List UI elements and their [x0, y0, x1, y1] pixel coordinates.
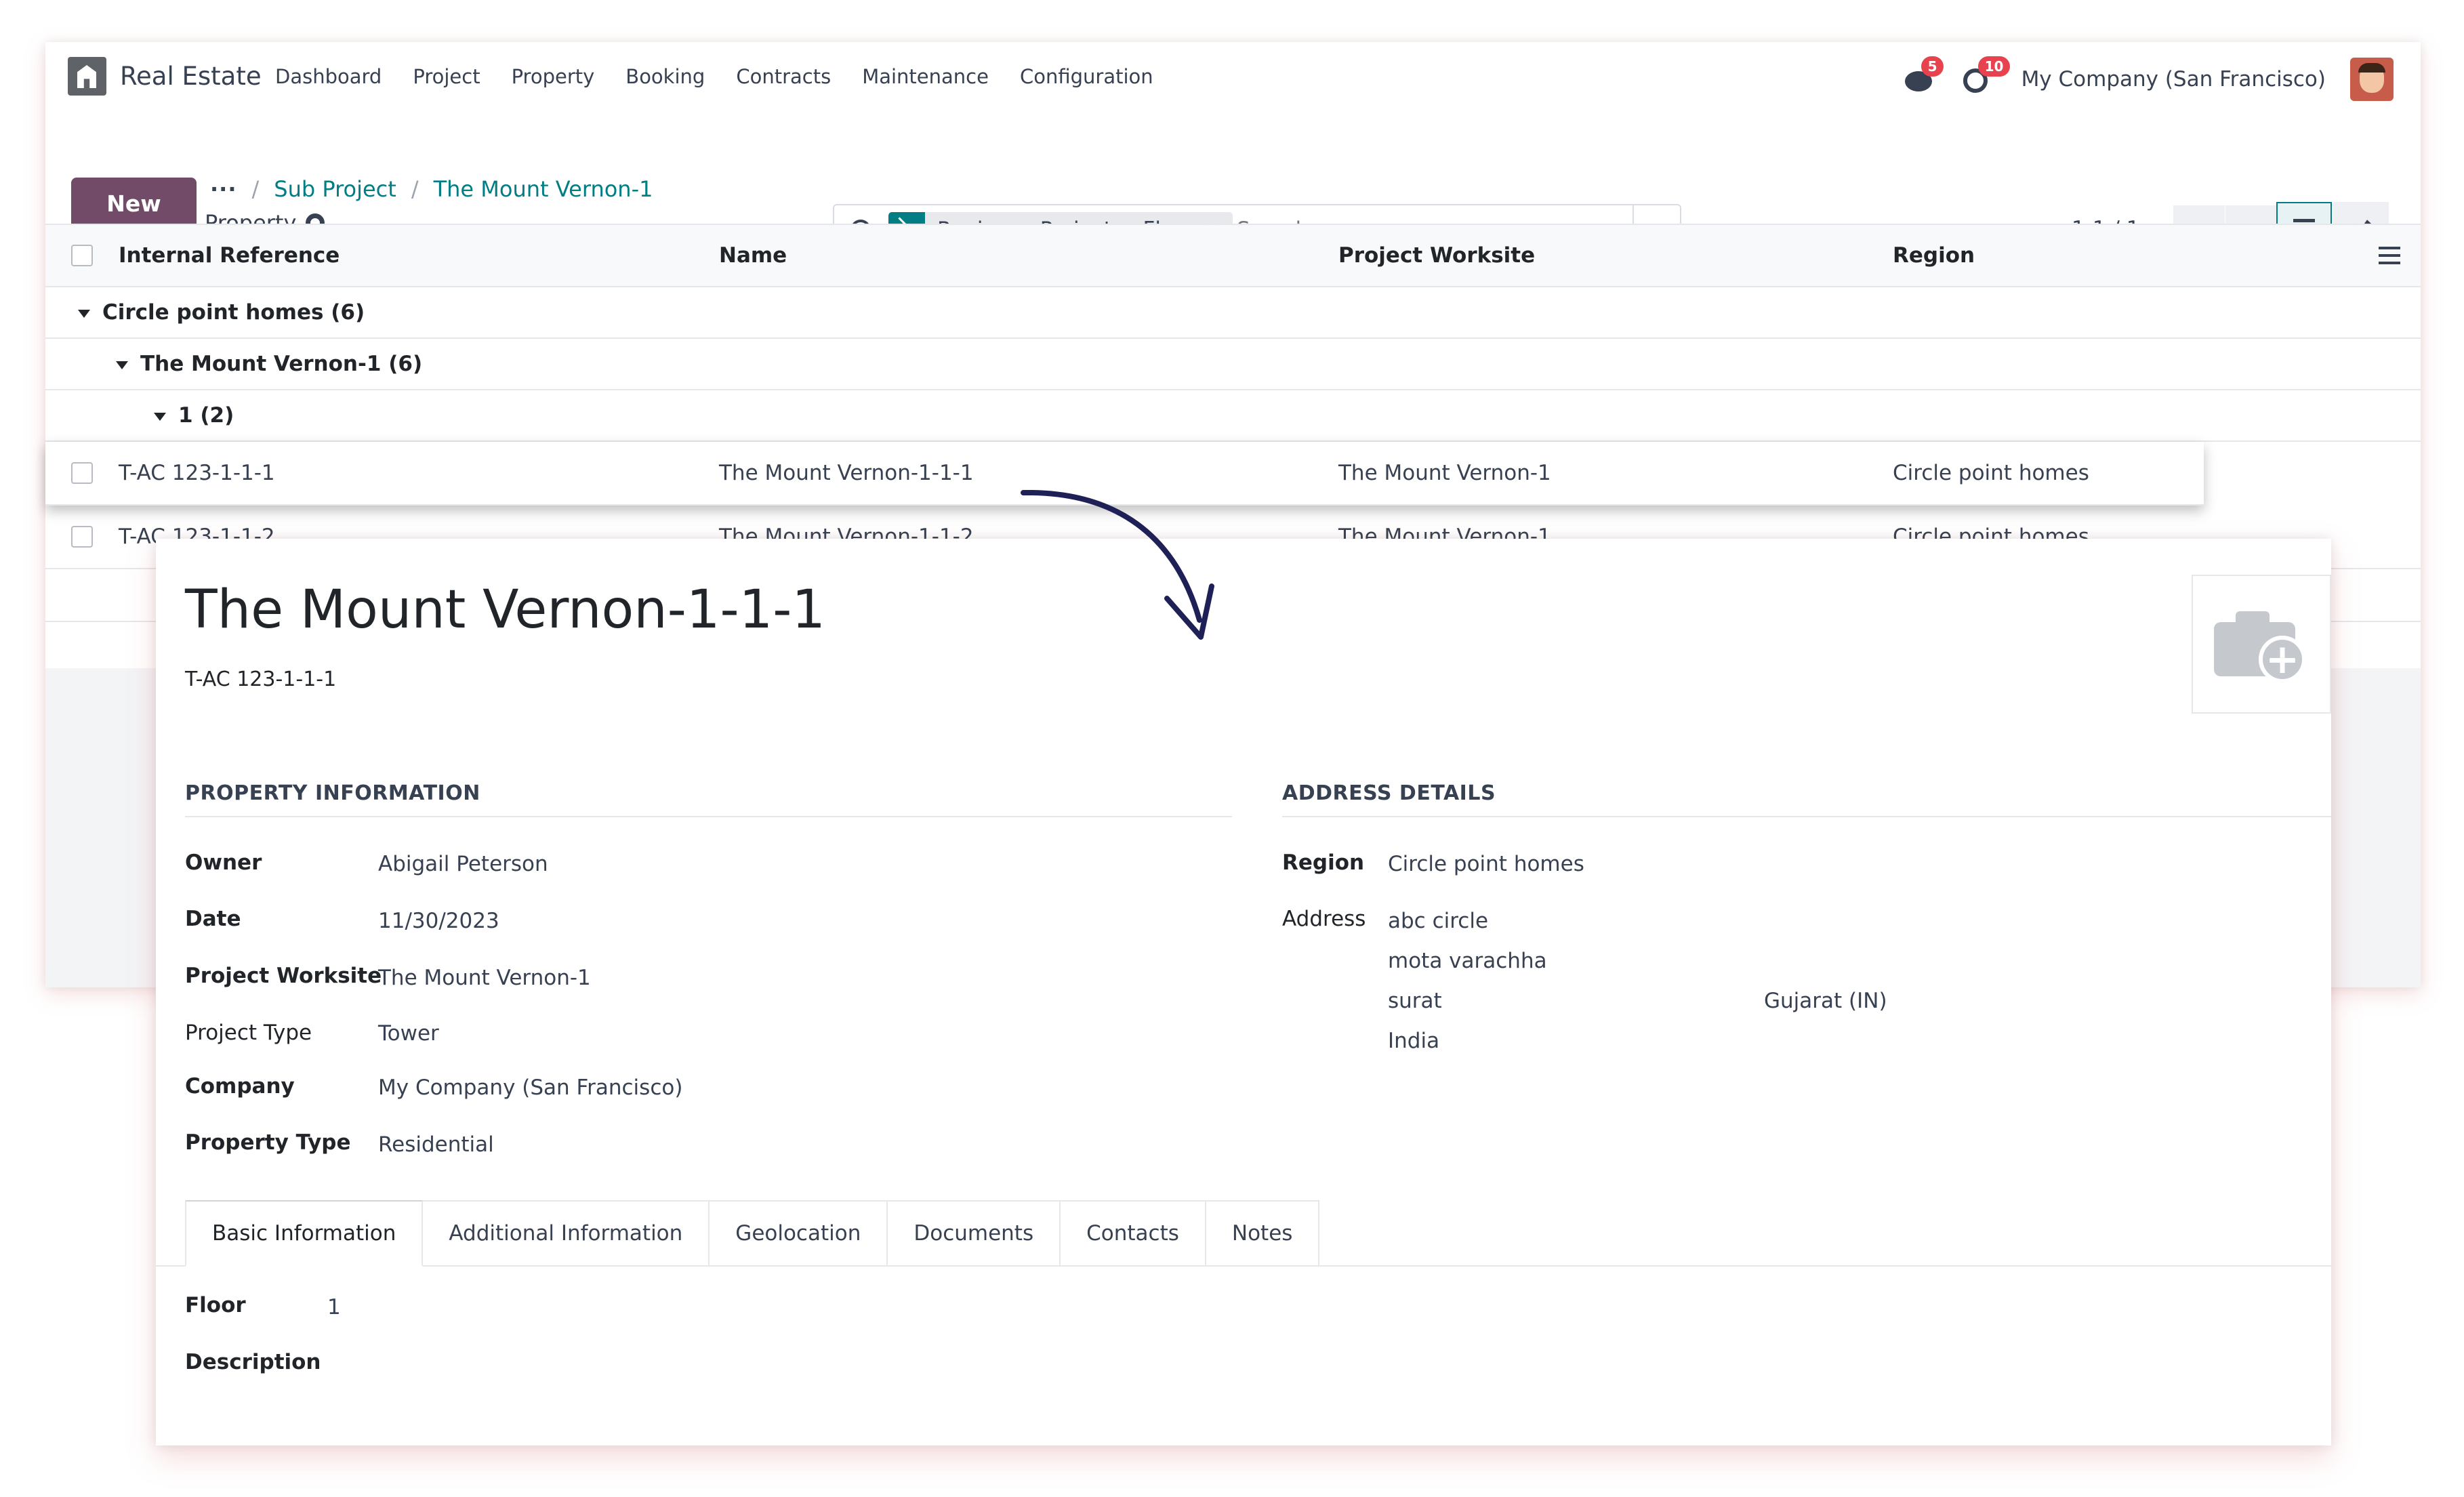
owner-field[interactable]: Abigail Peterson	[378, 852, 548, 876]
city-field[interactable]: surat	[1388, 989, 1442, 1013]
address-details-heading: ADDRESS DETAILS	[1282, 781, 2331, 817]
floor-label: Floor	[185, 1293, 246, 1317]
cell-worksite: The Mount Vernon-1	[1338, 461, 1551, 485]
date-field[interactable]: 11/30/2023	[378, 909, 499, 933]
floor-field[interactable]: 1	[327, 1295, 341, 1319]
caret-down-icon	[116, 361, 128, 369]
tab-basic-information[interactable]: Basic Information	[185, 1200, 424, 1267]
cell-region: Circle point homes	[1893, 461, 2089, 485]
breadcrumb-separator: /	[251, 176, 260, 202]
column-internal-reference[interactable]: Internal Reference	[119, 243, 340, 268]
description-label: Description	[185, 1350, 321, 1374]
cell-name: The Mount Vernon-1-1-1	[719, 461, 974, 485]
date-label: Date	[185, 907, 241, 931]
image-upload[interactable]: +	[2192, 575, 2331, 714]
user-avatar[interactable]	[2350, 58, 2394, 101]
row-checkbox[interactable]	[71, 526, 93, 548]
group-row-floor[interactable]: 1 (2)	[45, 390, 2421, 442]
group-label: The Mount Vernon-1 (6)	[140, 352, 423, 376]
region-field[interactable]: Circle point homes	[1388, 852, 1584, 876]
menu-contracts[interactable]: Contracts	[736, 65, 831, 88]
group-row-project[interactable]: The Mount Vernon-1 (6)	[45, 339, 2421, 390]
tab-notes[interactable]: Notes	[1206, 1200, 1320, 1267]
breadcrumb: ··· / Sub Project / The Mount Vernon-1	[210, 176, 653, 202]
main-menu: Dashboard Project Property Booking Contr…	[275, 65, 1153, 88]
breadcrumb-mount-vernon[interactable]: The Mount Vernon-1	[434, 176, 653, 202]
app-brand[interactable]: Real Estate	[68, 57, 262, 96]
optional-columns-icon[interactable]	[2379, 247, 2400, 264]
messages-button[interactable]: 5	[1904, 56, 1944, 96]
property-form-sheet: The Mount Vernon-1-1-1 T-AC 123-1-1-1 + …	[156, 539, 2331, 1445]
record-reference[interactable]: T-AC 123-1-1-1	[185, 668, 336, 691]
breadcrumb-more[interactable]: ···	[210, 176, 237, 202]
country-field[interactable]: India	[1388, 1029, 1439, 1053]
tab-additional-information[interactable]: Additional Information	[423, 1200, 710, 1267]
column-name[interactable]: Name	[719, 243, 787, 268]
street-field[interactable]: abc circle	[1388, 909, 1488, 933]
property-information-heading: PROPERTY INFORMATION	[185, 781, 1232, 817]
menu-property[interactable]: Property	[512, 65, 595, 88]
cell-ref: T-AC 123-1-1-1	[119, 461, 275, 485]
arrow-icon	[1021, 489, 1214, 640]
caret-down-icon	[78, 309, 90, 318]
region-label: Region	[1282, 850, 1365, 875]
menu-configuration[interactable]: Configuration	[1020, 65, 1153, 88]
table-header: Internal Reference Name Project Worksite…	[45, 224, 2421, 287]
tab-documents[interactable]: Documents	[888, 1200, 1061, 1267]
new-button[interactable]: New	[71, 178, 197, 229]
company-field[interactable]: My Company (San Francisco)	[378, 1075, 682, 1100]
menu-project[interactable]: Project	[413, 65, 480, 88]
owner-label: Owner	[185, 850, 262, 875]
systray: 5 10 My Company (San Francisco)	[1904, 56, 2421, 103]
column-project-worksite[interactable]: Project Worksite	[1338, 243, 1535, 268]
breadcrumb-separator: /	[411, 176, 419, 202]
group-label: Circle point homes (6)	[102, 300, 365, 325]
menu-dashboard[interactable]: Dashboard	[275, 65, 382, 88]
top-navbar: Real Estate Dashboard Project Property B…	[45, 42, 2421, 115]
property-type-label: Property Type	[185, 1130, 351, 1155]
app-name: Real Estate	[120, 62, 262, 91]
activities-button[interactable]: 10	[1960, 56, 2011, 96]
project-worksite-label: Project Worksite	[185, 964, 382, 988]
select-all-checkbox[interactable]	[71, 245, 93, 266]
project-type-field[interactable]: Tower	[378, 1021, 439, 1046]
address-label: Address	[1282, 907, 1366, 931]
column-region[interactable]: Region	[1893, 243, 1975, 268]
camera-plus-icon: +	[2214, 607, 2309, 683]
company-label: Company	[185, 1074, 295, 1099]
row-checkbox[interactable]	[71, 462, 93, 484]
real-estate-logo-icon	[68, 57, 106, 96]
tab-geolocation[interactable]: Geolocation	[710, 1200, 888, 1267]
group-label: 1 (2)	[178, 403, 234, 428]
project-type-label: Project Type	[185, 1021, 312, 1045]
activities-badge: 10	[1977, 56, 2011, 77]
project-worksite-field[interactable]: The Mount Vernon-1	[378, 966, 591, 990]
caret-down-icon	[154, 412, 166, 421]
notebook-tabs: Basic Information Additional Information…	[185, 1200, 1320, 1267]
street2-field[interactable]: mota varachha	[1388, 949, 1547, 973]
control-panel: New ··· / Sub Project / The Mount Vernon…	[45, 115, 2421, 255]
messages-badge: 5	[1921, 56, 1944, 77]
tab-contacts[interactable]: Contacts	[1061, 1200, 1206, 1267]
record-title[interactable]: The Mount Vernon-1-1-1	[185, 579, 825, 640]
property-type-field[interactable]: Residential	[378, 1132, 494, 1157]
menu-maintenance[interactable]: Maintenance	[862, 65, 989, 88]
group-row-region[interactable]: Circle point homes (6)	[45, 287, 2421, 339]
state-field[interactable]: Gujarat (IN)	[1764, 989, 1887, 1013]
menu-booking[interactable]: Booking	[625, 65, 705, 88]
breadcrumb-sub-project[interactable]: Sub Project	[274, 176, 396, 202]
company-switcher[interactable]: My Company (San Francisco)	[2021, 67, 2326, 91]
